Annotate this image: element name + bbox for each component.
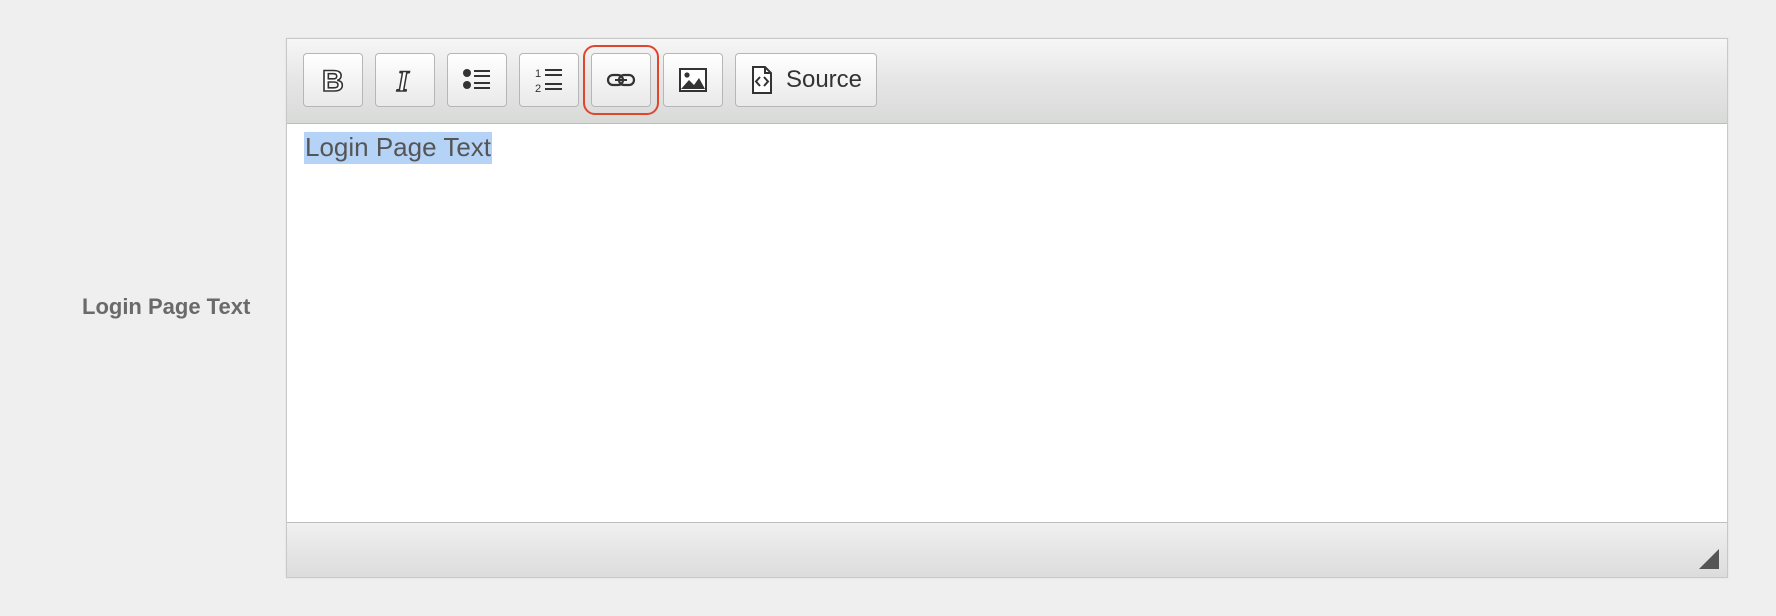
image-button[interactable]	[663, 53, 723, 107]
source-button[interactable]: Source	[735, 53, 877, 107]
italic-icon: I	[392, 65, 418, 95]
field-label: Login Page Text	[82, 294, 251, 319]
editor-status-bar	[287, 522, 1727, 577]
numbered-list-button[interactable]: 1 2	[519, 53, 579, 107]
italic-button[interactable]: I	[375, 53, 435, 107]
image-icon	[678, 67, 708, 93]
rich-text-editor: B I 1 2 Source Login Page Text	[286, 38, 1728, 578]
source-icon	[750, 65, 774, 95]
svg-text:I: I	[396, 65, 410, 95]
svg-text:1: 1	[535, 68, 541, 80]
editor-content-text[interactable]: Login Page Text	[304, 132, 492, 164]
link-button[interactable]	[583, 45, 659, 115]
source-button-label: Source	[785, 66, 863, 93]
editor-toolbar: B I 1 2 Source	[287, 39, 1727, 124]
resize-handle-icon[interactable]	[1699, 549, 1719, 569]
link-icon	[606, 70, 636, 90]
editor-content-area[interactable]: Login Page Text	[287, 124, 1727, 524]
bold-icon: B	[320, 65, 346, 95]
bulleted-list-button[interactable]	[447, 53, 507, 107]
numbered-list-icon: 1 2	[534, 66, 564, 94]
svg-text:2: 2	[535, 83, 541, 94]
bold-button[interactable]: B	[303, 53, 363, 107]
svg-text:B: B	[322, 65, 344, 95]
bulleted-list-icon	[462, 67, 492, 93]
